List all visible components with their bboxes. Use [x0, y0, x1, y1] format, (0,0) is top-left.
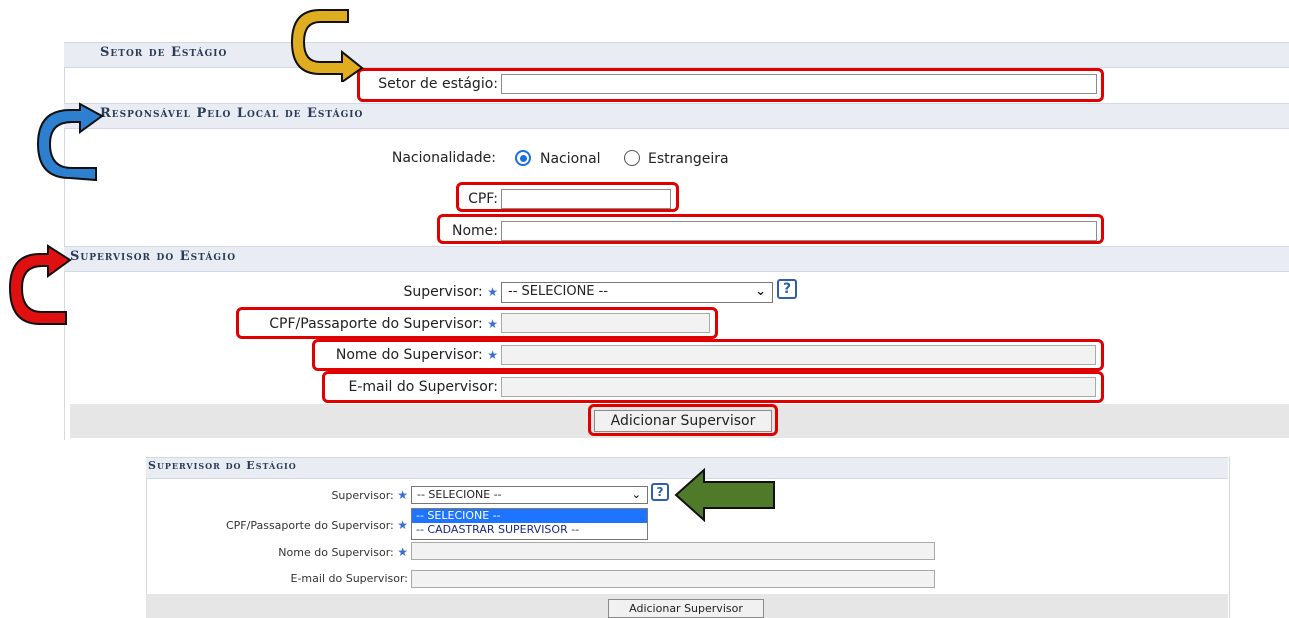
dropdown-option-selecione[interactable]: -- SELECIONE --: [412, 509, 647, 523]
nacionalidade-label: Nacionalidade:: [391, 150, 496, 166]
section-header-responsavel: Responsável Pelo Local de Estágio: [64, 103, 1289, 129]
arrow-left-green-icon: [674, 468, 775, 522]
required-star-icon: ★: [397, 545, 408, 559]
radio-nacional-label[interactable]: Nacional: [540, 151, 601, 167]
inset-adicionar-supervisor-button[interactable]: Adicionar Supervisor: [608, 599, 764, 618]
radio-estrangeira-label[interactable]: Estrangeira: [648, 151, 729, 167]
radio-estrangeira[interactable]: [624, 150, 640, 166]
inset-email-supervisor-input[interactable]: [411, 570, 935, 588]
highlight-email-supervisor: [322, 371, 1104, 403]
inset-supervisor-select[interactable]: -- SELECIONE -- ⌄: [411, 486, 648, 504]
radio-nacional[interactable]: [515, 150, 531, 166]
inset-nome-supervisor-label: Nome do Supervisor: ★: [230, 545, 408, 559]
required-star-icon: ★: [397, 518, 408, 532]
chevron-down-icon: ⌄: [755, 284, 766, 299]
help-icon[interactable]: ?: [777, 279, 797, 299]
supervisor-select[interactable]: -- SELECIONE -- ⌄: [501, 282, 773, 303]
highlight-adicionar: [588, 404, 778, 436]
inset-cpf-passaporte-label: CPF/Passaporte do Supervisor: ★: [180, 518, 408, 532]
highlight-nome-supervisor: [312, 339, 1104, 371]
section-header-setor: Setor de Estágio: [64, 42, 1289, 68]
section-title-responsavel: Responsável Pelo Local de Estágio: [100, 106, 364, 121]
inset-email-supervisor-label: E-mail do Supervisor:: [290, 572, 408, 585]
supervisor-label-text: Supervisor:: [403, 284, 483, 300]
inset-help-icon[interactable]: ?: [651, 483, 669, 501]
dropdown-option-cadastrar[interactable]: -- CADASTRAR SUPERVISOR --: [412, 523, 647, 537]
supervisor-select-value: -- SELECIONE --: [508, 284, 609, 299]
section-title-setor: Setor de Estágio: [100, 45, 228, 60]
curved-arrow-red-icon: [8, 244, 72, 325]
chevron-down-icon: ⌄: [631, 488, 641, 501]
inset-section-title: Supervisor do Estágio: [148, 459, 297, 472]
highlight-cpf: [456, 182, 679, 212]
highlight-nome: [437, 214, 1104, 244]
inset-nome-supervisor-input[interactable]: [411, 542, 935, 560]
required-star-icon: ★: [487, 285, 498, 299]
inset-nome-supervisor-label-text: Nome do Supervisor:: [278, 546, 394, 559]
highlight-cpf-passaporte: [236, 307, 718, 339]
curved-arrow-blue-icon: [36, 102, 104, 182]
inset-supervisor-select-value: -- SELECIONE --: [417, 488, 502, 501]
section-title-supervisor: Supervisor do Estágio: [70, 249, 237, 264]
highlight-setor: [357, 68, 1104, 102]
inset-cpf-passaporte-label-text: CPF/Passaporte do Supervisor:: [225, 519, 394, 532]
required-star-icon: ★: [397, 488, 408, 502]
section-header-supervisor: Supervisor do Estágio: [64, 246, 1289, 272]
inset-supervisor-label-text: Supervisor:: [331, 489, 394, 502]
curved-arrow-gold-icon: [290, 9, 364, 82]
inset-supervisor-label: Supervisor: ★: [250, 488, 408, 502]
supervisor-label: Supervisor: ★: [340, 284, 499, 300]
inset-dropdown-list: -- SELECIONE -- -- CADASTRAR SUPERVISOR …: [411, 508, 648, 540]
